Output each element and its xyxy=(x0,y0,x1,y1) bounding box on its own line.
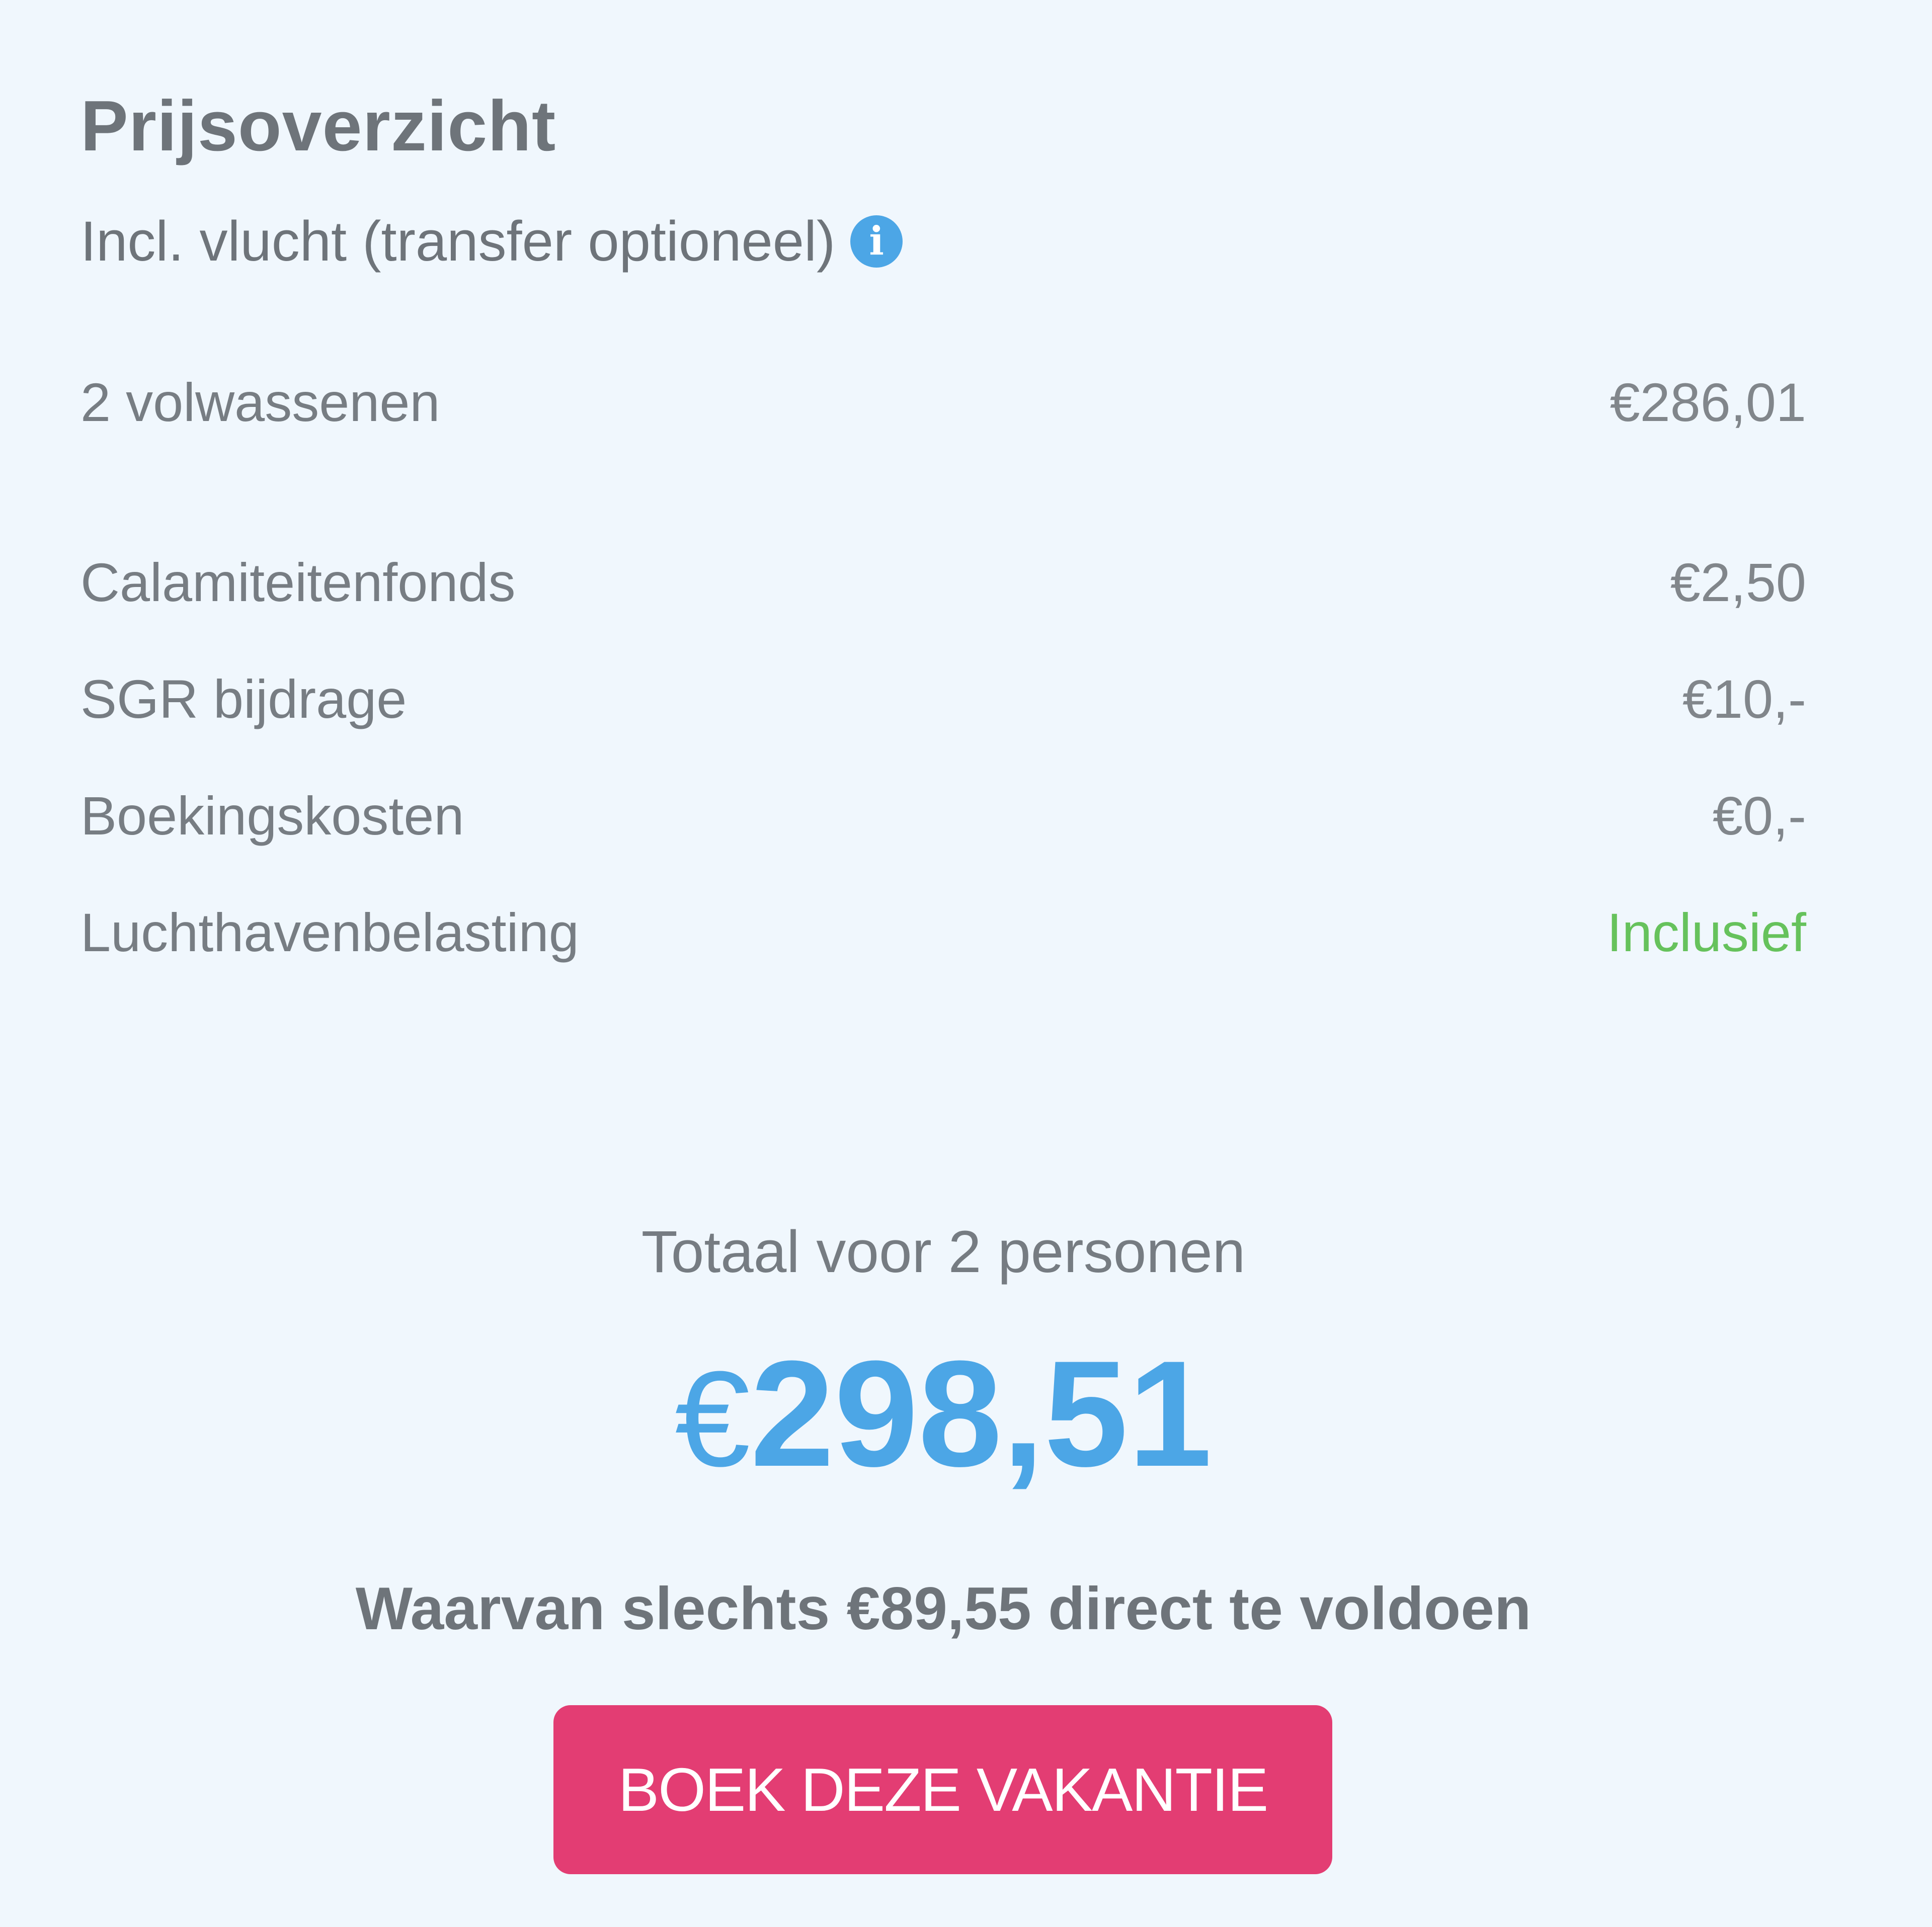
price-line-adults: 2 volwassenen €286,01 xyxy=(80,375,1806,430)
price-line-amount: €10,- xyxy=(1682,668,1806,729)
book-holiday-button[interactable]: BOEK DEZE VAKANTIE xyxy=(553,1705,1332,1874)
price-overview-subtitle: Incl. vlucht (transfer optioneel) i xyxy=(80,213,903,270)
price-line-airport-tax: Luchthavenbelasting Inclusief xyxy=(80,905,1806,960)
price-line-label: SGR bijdrage xyxy=(80,668,407,729)
price-line-booking-costs: Boekingskosten €0,- xyxy=(80,789,1806,843)
included-badge: Inclusief xyxy=(1606,902,1806,963)
total-currency: € xyxy=(675,1344,751,1495)
price-line-sgr: SGR bijdrage €10,- xyxy=(80,672,1806,726)
info-icon[interactable]: i xyxy=(850,215,903,268)
price-overview-title: Prijsoverzicht xyxy=(80,86,556,166)
price-line-amount: €286,01 xyxy=(1609,372,1806,433)
price-line-label: 2 volwassenen xyxy=(80,372,440,433)
subtitle-text: Incl. vlucht (transfer optioneel) xyxy=(80,210,836,273)
deposit-text: Waarvan slechts €89,55 direct te voldoen xyxy=(355,1575,1532,1642)
total-label: Totaal voor 2 personen xyxy=(641,1219,1246,1285)
price-line-amount: €0,- xyxy=(1712,785,1806,846)
price-line-label: Calamiteitenfonds xyxy=(80,552,516,613)
price-line-calamiteitenfonds: Calamiteitenfonds €2,50 xyxy=(80,555,1806,610)
price-line-label: Luchthavenbelasting xyxy=(80,902,579,963)
total-value: 298,51 xyxy=(750,1329,1212,1498)
price-line-amount: €2,50 xyxy=(1670,552,1806,613)
price-line-label: Boekingskosten xyxy=(80,785,464,846)
price-overview-panel: Prijsoverzicht Incl. vlucht (transfer op… xyxy=(0,0,1932,1927)
total-price: €298,51 xyxy=(0,1338,1887,1489)
